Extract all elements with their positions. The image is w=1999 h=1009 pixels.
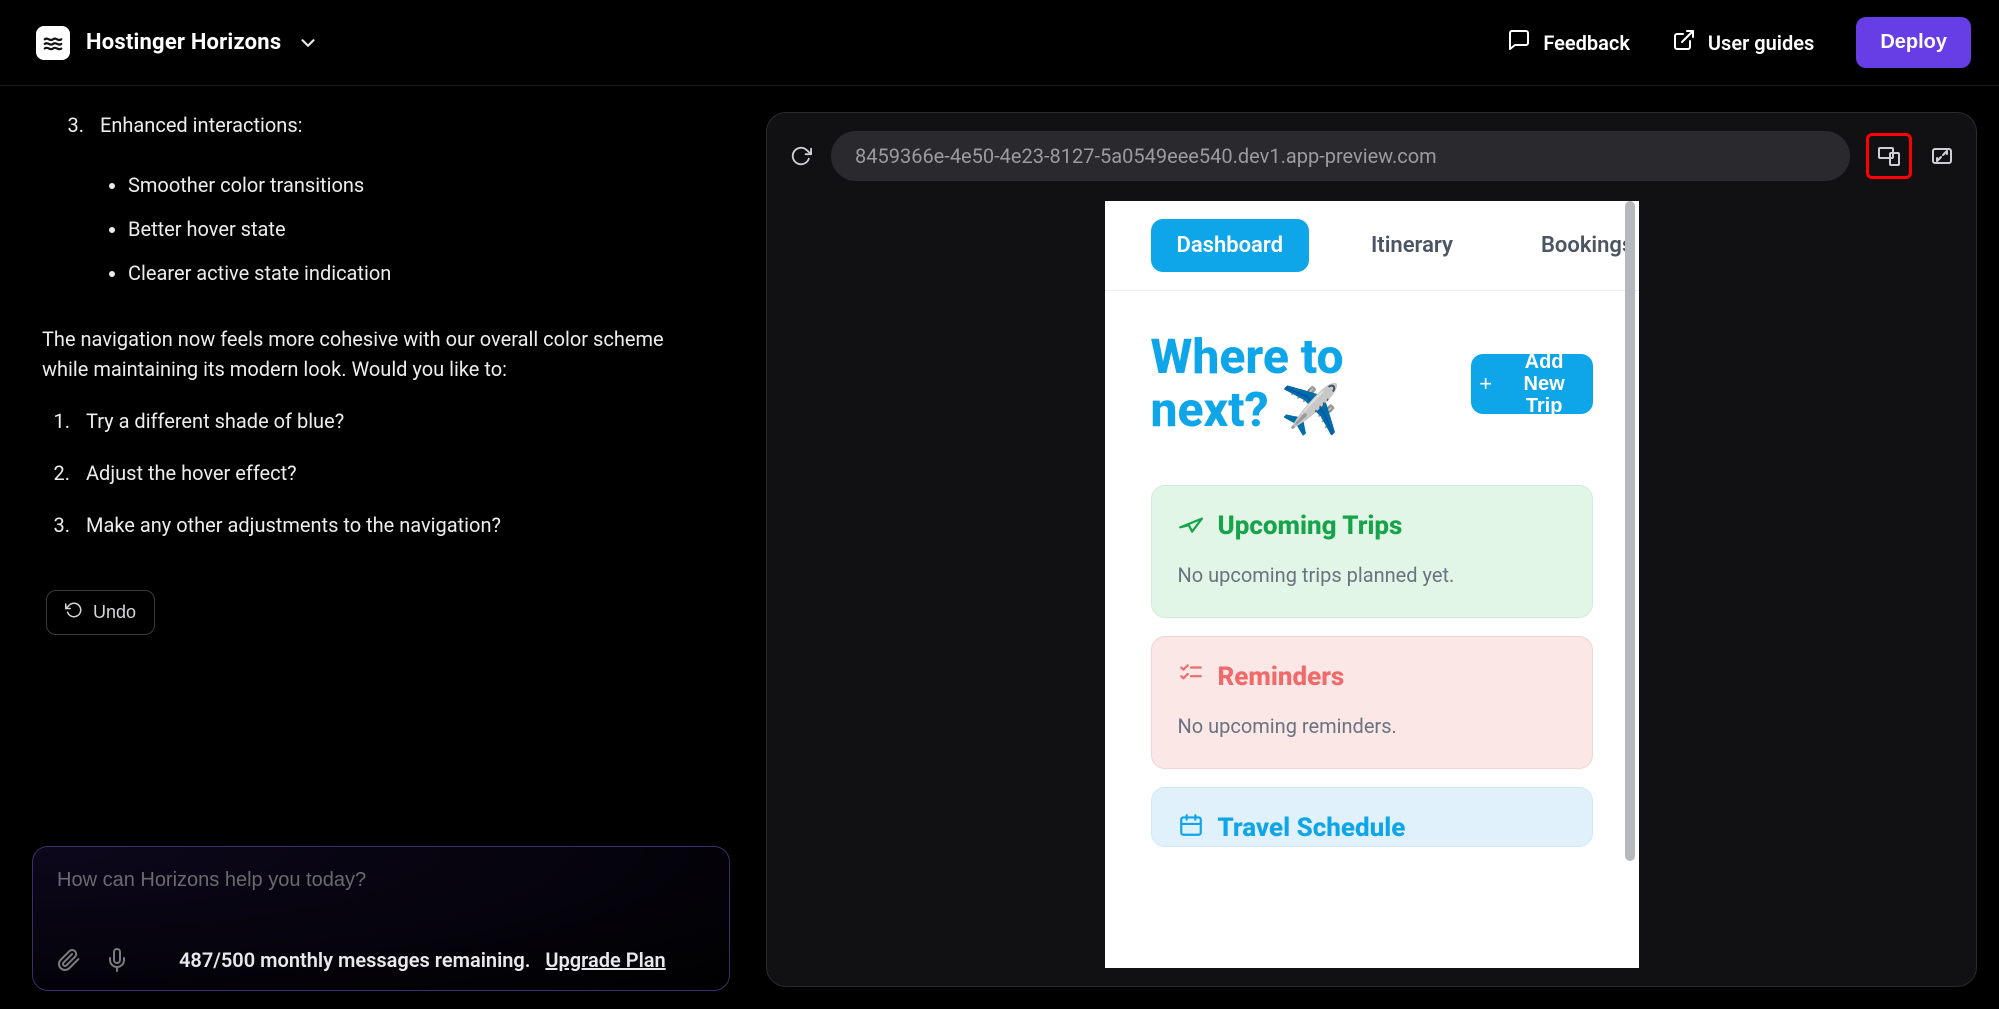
address-bar[interactable]: 8459366e-4e50-4e23-8127-5a0549eee540.dev… (831, 131, 1850, 181)
list-item: 3. Enhanced interactions: (56, 110, 712, 140)
chat-scroll[interactable]: 3. Enhanced interactions: Smoother color… (32, 110, 730, 824)
list-number: 3. (42, 510, 76, 540)
chat-paragraph: The navigation now feels more cohesive w… (42, 324, 712, 384)
chat-panel: 3. Enhanced interactions: Smoother color… (0, 86, 748, 1009)
brand[interactable]: Hostinger Horizons (36, 26, 319, 60)
device-toggle-button[interactable] (1866, 133, 1912, 179)
add-trip-label: Add New Trip (1504, 354, 1584, 414)
chevron-down-icon[interactable] (297, 32, 319, 54)
list-number: 2. (42, 458, 76, 488)
chat-content: 3. Enhanced interactions: Smoother color… (32, 110, 712, 635)
bullet-item: Better hover state (128, 214, 712, 244)
prompt-box: 487/500 monthly messages remaining. Upgr… (32, 846, 730, 991)
card-header: Travel Schedule (1178, 812, 1566, 845)
user-guides-label: User guides (1708, 31, 1814, 55)
list-text: Make any other adjustments to the naviga… (86, 510, 501, 540)
hero: Where to next? ✈️ + Add New Trip (1105, 291, 1639, 467)
plus-icon: + (1479, 371, 1492, 397)
list-item: 3. Make any other adjustments to the nav… (42, 510, 712, 540)
main: 3. Enhanced interactions: Smoother color… (0, 86, 1999, 1009)
card-body: No upcoming trips planned yet. (1178, 563, 1566, 587)
address-url: 8459366e-4e50-4e23-8127-5a0549eee540.dev… (855, 144, 1437, 168)
card-header: Reminders (1178, 661, 1566, 694)
undo-label: Undo (93, 602, 136, 623)
brand-name: Hostinger Horizons (86, 30, 281, 55)
prompt-input[interactable] (57, 869, 705, 892)
list-text: Adjust the hover effect? (86, 458, 297, 488)
user-guides-button[interactable]: User guides (1672, 28, 1814, 57)
deploy-button[interactable]: Deploy (1856, 17, 1971, 68)
card-upcoming-trips: Upcoming Trips No upcoming trips planned… (1151, 485, 1593, 618)
undo-button[interactable]: Undo (46, 590, 155, 635)
scrollbar[interactable] (1625, 201, 1635, 861)
hero-title: Where to next? ✈️ (1151, 331, 1471, 437)
tab-bookings[interactable]: Bookings (1515, 219, 1639, 272)
attachment-icon[interactable] (57, 948, 81, 972)
prompt-toolbar: 487/500 monthly messages remaining. Upgr… (57, 948, 705, 972)
add-trip-button[interactable]: + Add New Trip (1471, 354, 1593, 414)
card-title: Upcoming Trips (1218, 511, 1403, 541)
bullet-item: Smoother color transitions (128, 170, 712, 200)
preview-toolbar: 8459366e-4e50-4e23-8127-5a0549eee540.dev… (787, 131, 1956, 181)
external-link-icon (1672, 28, 1696, 57)
usage-text: 487/500 monthly messages remaining. Upgr… (179, 948, 666, 972)
brand-logo-icon (36, 26, 70, 60)
phone-frame[interactable]: Dashboard Itinerary Bookings Where to ne… (1105, 201, 1639, 968)
preview-shell: 8459366e-4e50-4e23-8127-5a0549eee540.dev… (766, 112, 1977, 987)
tab-dashboard[interactable]: Dashboard (1151, 219, 1309, 272)
list-text: Enhanced interactions: (100, 110, 302, 140)
bullet-list: Smoother color transitions Better hover … (128, 170, 712, 288)
usage-count: 487/500 monthly messages remaining. (179, 948, 531, 972)
card-body: No upcoming reminders. (1178, 714, 1566, 738)
expand-button[interactable] (1928, 142, 1956, 170)
topbar-right: Feedback User guides Deploy (1507, 17, 1971, 68)
list-item: 2. Adjust the hover effect? (42, 458, 712, 488)
calendar-icon (1178, 812, 1204, 845)
preview-panel: 8459366e-4e50-4e23-8127-5a0549eee540.dev… (748, 86, 1999, 1009)
checklist-icon (1178, 661, 1204, 694)
list-item: 1. Try a different shade of blue? (42, 406, 712, 436)
feedback-label: Feedback (1543, 31, 1630, 55)
question-list: 1. Try a different shade of blue? 2. Adj… (42, 406, 712, 540)
list-number: 3. (56, 110, 90, 140)
upgrade-plan-link[interactable]: Upgrade Plan (545, 948, 665, 972)
microphone-icon[interactable] (105, 948, 129, 972)
list-number: 1. (42, 406, 76, 436)
list-text: Try a different shade of blue? (86, 406, 344, 436)
bullet-item: Clearer active state indication (128, 258, 712, 288)
card-title: Travel Schedule (1218, 813, 1406, 843)
app-tabs: Dashboard Itinerary Bookings (1105, 201, 1639, 291)
reload-button[interactable] (787, 142, 815, 170)
undo-icon (65, 601, 83, 624)
card-reminders: Reminders No upcoming reminders. (1151, 636, 1593, 769)
tab-itinerary[interactable]: Itinerary (1345, 219, 1479, 272)
card-header: Upcoming Trips (1178, 510, 1566, 543)
feedback-button[interactable]: Feedback (1507, 28, 1630, 57)
chat-bubble-icon (1507, 28, 1531, 57)
topbar: Hostinger Horizons Feedback User guides … (0, 0, 1999, 86)
airplane-icon (1178, 510, 1204, 543)
preview-viewport: Dashboard Itinerary Bookings Where to ne… (787, 201, 1956, 968)
card-travel-schedule: Travel Schedule (1151, 787, 1593, 847)
card-title: Reminders (1218, 662, 1345, 692)
